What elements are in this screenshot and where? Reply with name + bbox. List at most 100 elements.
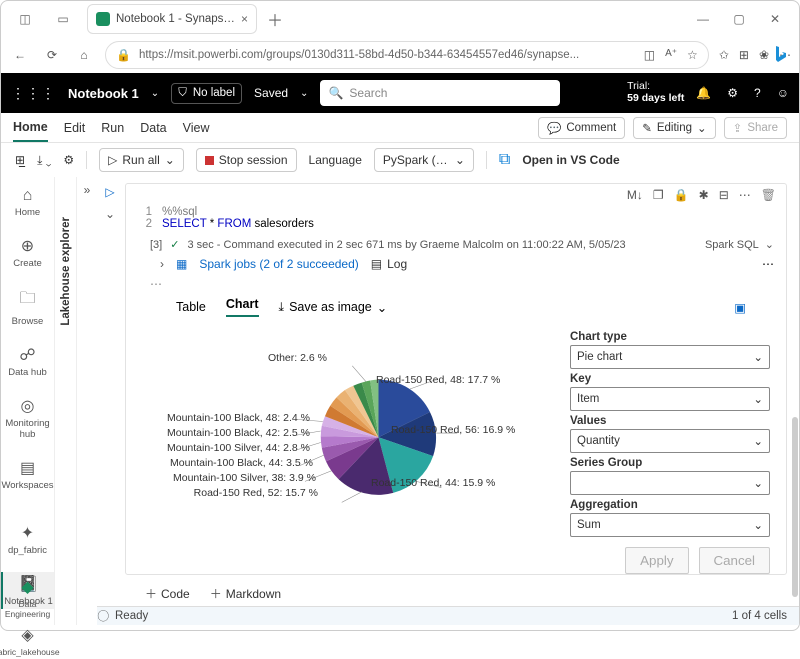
lock-icon: 🔒 (116, 48, 131, 62)
ribbon: Home Edit Run Data View 💬 Comment ✎ Edit… (1, 113, 799, 143)
collections-icon[interactable]: ⊞ (739, 48, 749, 62)
chart-type-select[interactable]: Pie chart⌄ (570, 345, 770, 369)
chevron-down-icon[interactable]: ⌄ (300, 88, 308, 99)
lock-icon[interactable]: 🔒 (674, 188, 689, 202)
tabs-icon[interactable]: ▭ (51, 7, 75, 31)
favorites-icon[interactable]: ✩ (719, 48, 729, 62)
save-image-button[interactable]: ⤓Save as image⌄ (279, 300, 388, 315)
add-code-cell[interactable]: ＋Code (145, 585, 190, 602)
new-tab-button[interactable]: ＋ (267, 7, 283, 31)
trial-status: Trial: 59 days left (627, 81, 684, 104)
nav-browse[interactable]: 🗀Browse (1, 285, 54, 329)
freeze-icon[interactable]: ✱ (699, 188, 709, 202)
chevron-down-icon[interactable]: ⌄ (765, 238, 774, 251)
notebook-name[interactable]: Notebook 1 (68, 86, 139, 101)
refresh-button[interactable]: ⟳ (41, 44, 63, 66)
bell-icon[interactable]: 🔔 (696, 86, 711, 100)
values-select[interactable]: Quantity⌄ (570, 429, 770, 453)
apply-button[interactable]: Apply (625, 547, 688, 574)
ribbon-tab-edit[interactable]: Edit (64, 121, 86, 135)
close-window-button[interactable]: ✕ (757, 5, 793, 33)
help-icon[interactable]: ? (754, 86, 761, 100)
aggregation-select[interactable]: Sum⌄ (570, 513, 770, 537)
settings-icon[interactable]: ⚙ (727, 86, 738, 100)
series-select[interactable]: ⌄ (570, 471, 770, 495)
ribbon-tab-data[interactable]: Data (140, 121, 166, 135)
download-icon[interactable]: ⤓ ⌄ (37, 153, 51, 168)
cell-lang-badge[interactable]: Spark SQL (705, 239, 759, 251)
feedback-icon[interactable]: ☺ (777, 86, 789, 100)
nav-lakehouse[interactable]: ◈fabric_lakehouse (1, 623, 54, 659)
key-select[interactable]: Item⌄ (570, 387, 770, 411)
cell-more-icon[interactable]: ⋯ (739, 188, 751, 202)
share-button[interactable]: ⇪ Share (724, 117, 787, 139)
copy-icon[interactable]: ❐ (653, 188, 664, 202)
pie-label-r48: Road-150 Red, 48: 17.7 % (376, 374, 500, 386)
nav-home[interactable]: ⌂Home (1, 185, 54, 220)
spark-jobs-link[interactable]: Spark jobs (2 of 2 succeeded) (199, 257, 358, 271)
close-tab-icon[interactable]: × (241, 12, 248, 26)
back-button[interactable]: ← (9, 44, 31, 66)
result-tab-table[interactable]: Table (176, 300, 206, 314)
comment-button[interactable]: 💬 Comment (538, 117, 625, 139)
main-area: ⌂Home ⊕Create 🗀Browse ☍Data hub ◎Monitor… (1, 177, 799, 625)
nav-datahub[interactable]: ☍Data hub (1, 343, 54, 380)
status-bar: ⃝ Ready 1 of 4 cells (97, 606, 799, 625)
output-menu-icon[interactable]: ⋯ (126, 277, 786, 291)
md-toggle-icon[interactable]: M↓ (627, 188, 643, 202)
code-editor[interactable]: 12 %%sql SELECT * FROM salesorders (126, 202, 786, 234)
app-launcher-icon[interactable]: ⋮⋮⋮ (11, 85, 56, 102)
exec-info-text: 3 sec - Command executed in 2 sec 671 ms… (187, 239, 625, 251)
run-all-button[interactable]: ▷Run all⌄ (99, 148, 184, 172)
nav-create[interactable]: ⊕Create (1, 234, 54, 271)
delete-cell-icon[interactable]: 🗑 (761, 188, 776, 202)
ribbon-tab-view[interactable]: View (183, 121, 210, 135)
minimize-button[interactable]: — (685, 5, 721, 33)
nav-monitoring[interactable]: ◎Monitoring hub (1, 394, 54, 442)
pin-output-icon[interactable]: ▣ (734, 300, 746, 315)
language-select[interactable]: PySpark (Pytho...⌄ (374, 148, 474, 172)
open-vscode-button[interactable]: Open in VS Code (522, 153, 619, 167)
pie-label-mb42: Mountain-100 Black, 42: 2.5 % (167, 427, 310, 439)
cell-chevron-icon[interactable]: ⌄ (105, 207, 115, 221)
gear-icon[interactable]: ⚙ (63, 153, 74, 167)
text-size-icon[interactable]: A⁺ (665, 48, 677, 62)
reader-icon[interactable]: ◫ (644, 48, 655, 62)
add-markdown-cell[interactable]: ＋Markdown (210, 585, 281, 602)
nav-workspaces[interactable]: ▤Workspaces (1, 456, 54, 493)
stop-session-button[interactable]: Stop session (196, 148, 297, 172)
add-cell-icon[interactable]: ⊞̲ (15, 153, 25, 167)
chevron-down-icon[interactable]: ⌄ (151, 88, 159, 99)
star-icon[interactable]: ☆ (687, 48, 698, 62)
ribbon-tab-run[interactable]: Run (101, 121, 124, 135)
run-cell-icon[interactable]: ▷ (105, 185, 114, 199)
hide-output-icon[interactable]: ⊟ (719, 188, 729, 202)
nav-persona[interactable]: ◆Data Engineering (1, 575, 54, 621)
output-more-icon[interactable]: ⋯ (762, 257, 774, 271)
cell-count: 1 of 4 cells (732, 610, 787, 622)
stop-icon (205, 156, 214, 165)
notebook-toolbar: ⊞̲ ⤓ ⌄ ⚙ ▷Run all⌄ Stop session Language… (1, 143, 799, 177)
tab-title: Notebook 1 - Synapse Data Eng (116, 13, 235, 25)
browser-tab[interactable]: Notebook 1 - Synapse Data Eng × (87, 4, 257, 34)
sensitivity-label[interactable]: ⛉ No label (171, 83, 242, 104)
url-field[interactable]: 🔒 https://msit.powerbi.com/groups/0130d3… (105, 41, 709, 69)
url-text: https://msit.powerbi.com/groups/0130d311… (139, 49, 579, 61)
profile-icon[interactable]: ◫ (13, 7, 37, 31)
home-button[interactable]: ⌂ (73, 44, 95, 66)
expand-panel-icon[interactable]: » (84, 183, 91, 625)
expand-spark-icon[interactable]: › (160, 257, 164, 271)
cancel-button[interactable]: Cancel (699, 547, 771, 574)
log-link[interactable]: ▤Log (371, 257, 407, 271)
pie-label-mb48: Mountain-100 Black, 48: 2.4 % (167, 412, 310, 424)
ribbon-tab-home[interactable]: Home (13, 120, 48, 142)
search-box[interactable]: 🔍 Search (320, 80, 560, 106)
maximize-button[interactable]: ▢ (721, 5, 757, 33)
editing-mode-button[interactable]: ✎ Editing ⌄ (633, 117, 715, 139)
app-topbar: ⋮⋮⋮ Notebook 1 ⌄ ⛉ No label Saved ⌄ 🔍 Se… (1, 73, 799, 113)
result-tab-chart[interactable]: Chart (226, 297, 259, 317)
nav-dp-fabric[interactable]: ✦dp_fabric (1, 521, 54, 558)
scrollbar[interactable] (792, 417, 798, 597)
browser-address-bar: ← ⟳ ⌂ 🔒 https://msit.powerbi.com/groups/… (1, 37, 799, 73)
bing-sidebar-icon[interactable] (766, 40, 794, 68)
